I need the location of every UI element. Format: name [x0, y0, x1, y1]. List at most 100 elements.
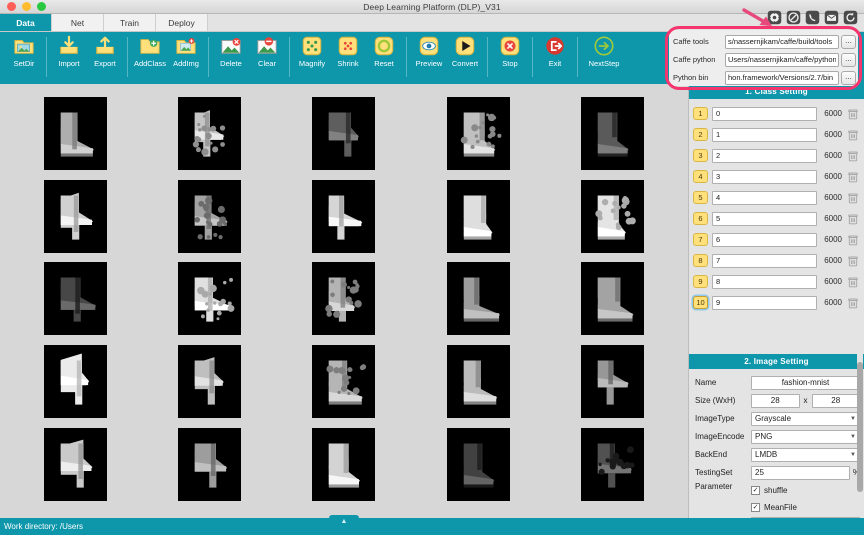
- ankle-boot-thumbnail[interactable]: [44, 97, 107, 170]
- size-width-input[interactable]: 28: [751, 394, 800, 408]
- class-index-badge[interactable]: 4: [693, 170, 708, 183]
- name-input[interactable]: fashion-mnist: [751, 376, 860, 390]
- ankle-boot-thumbnail[interactable]: [312, 345, 375, 418]
- shrink-button[interactable]: Shrink: [330, 35, 366, 81]
- reset-button[interactable]: Reset: [366, 35, 402, 81]
- imageencode-select[interactable]: PNG ▼: [751, 430, 860, 444]
- class-name-input[interactable]: [712, 212, 817, 226]
- imagetype-select[interactable]: Grayscale ▼: [751, 412, 860, 426]
- caffe-tools-input[interactable]: [725, 35, 839, 49]
- delete-class-icon[interactable]: [846, 170, 860, 184]
- tab-deploy[interactable]: Deploy: [156, 14, 208, 31]
- ankle-boot-thumbnail[interactable]: [581, 428, 644, 501]
- ankle-boot-thumbnail[interactable]: [312, 428, 375, 501]
- mail-icon[interactable]: [824, 10, 839, 25]
- exit-button[interactable]: Exit: [537, 35, 573, 81]
- tab-data[interactable]: Data: [0, 14, 52, 31]
- class-name-input[interactable]: [712, 107, 817, 121]
- class-index-badge[interactable]: 3: [693, 149, 708, 162]
- ankle-boot-thumbnail[interactable]: [312, 97, 375, 170]
- class-name-input[interactable]: [712, 233, 817, 247]
- addclass-button[interactable]: AddClass: [132, 35, 168, 81]
- ankle-boot-thumbnail[interactable]: [312, 180, 375, 253]
- caffe-tools-browse-button[interactable]: ...: [841, 35, 856, 49]
- ankle-boot-thumbnail[interactable]: [447, 97, 510, 170]
- class-index-badge[interactable]: 5: [693, 191, 708, 204]
- setdir-button[interactable]: SetDir: [6, 35, 42, 81]
- ankle-boot-thumbnail[interactable]: [44, 428, 107, 501]
- ankle-boot-thumbnail[interactable]: [581, 345, 644, 418]
- shuffle-checkbox[interactable]: ✓: [751, 486, 760, 495]
- ankle-boot-thumbnail[interactable]: [447, 428, 510, 501]
- import-button[interactable]: Import: [51, 35, 87, 81]
- class-name-input[interactable]: [712, 254, 817, 268]
- compass-slash-icon[interactable]: [786, 10, 801, 25]
- class-index-badge[interactable]: 7: [693, 233, 708, 246]
- class-name-input[interactable]: [712, 275, 817, 289]
- class-name-input[interactable]: [712, 296, 817, 310]
- backend-select[interactable]: LMDB ▼: [751, 448, 860, 462]
- ankle-boot-thumbnail[interactable]: [447, 262, 510, 335]
- delete-class-icon[interactable]: [846, 296, 860, 310]
- class-name-input[interactable]: [712, 128, 817, 142]
- ankle-boot-thumbnail[interactable]: [44, 262, 107, 335]
- delete-class-icon[interactable]: [846, 212, 860, 226]
- testingset-input[interactable]: 25: [751, 466, 850, 480]
- stop-button[interactable]: Stop: [492, 35, 528, 81]
- ankle-boot-thumbnail[interactable]: [581, 180, 644, 253]
- class-index-badge[interactable]: 6: [693, 212, 708, 225]
- delete-class-icon[interactable]: [846, 275, 860, 289]
- ankle-boot-thumbnail[interactable]: [178, 428, 241, 501]
- tab-net[interactable]: Net: [52, 14, 104, 31]
- tab-train[interactable]: Train: [104, 14, 156, 31]
- nextstep-button[interactable]: NextStep: [582, 35, 626, 81]
- class-name-input[interactable]: [712, 149, 817, 163]
- folder-plus-icon: [139, 35, 161, 57]
- class-name-input[interactable]: [712, 191, 817, 205]
- size-height-input[interactable]: 28: [812, 394, 861, 408]
- caffe-python-browse-button[interactable]: ...: [841, 53, 856, 67]
- delete-class-icon[interactable]: [846, 149, 860, 163]
- class-index-badge[interactable]: 8: [693, 254, 708, 267]
- ankle-boot-thumbnail[interactable]: [44, 345, 107, 418]
- ankle-boot-thumbnail[interactable]: [581, 262, 644, 335]
- ankle-boot-thumbnail[interactable]: [581, 97, 644, 170]
- ankle-boot-thumbnail[interactable]: [447, 345, 510, 418]
- clear-button[interactable]: Clear: [249, 35, 285, 81]
- delete-class-icon[interactable]: [846, 107, 860, 121]
- python-bin-browse-button[interactable]: ...: [841, 71, 856, 85]
- class-row: 56000: [693, 187, 860, 208]
- caffe-python-input[interactable]: [725, 53, 839, 67]
- settings-scrollbar-thumb[interactable]: [857, 362, 863, 492]
- meanfile-checkbox[interactable]: ✓: [751, 503, 760, 512]
- magnify-icon: [301, 35, 323, 57]
- panel-collapse-handle[interactable]: ▲: [329, 515, 359, 527]
- class-index-badge[interactable]: 10: [693, 296, 708, 309]
- delete-class-icon[interactable]: [846, 191, 860, 205]
- addimg-button[interactable]: AddImg: [168, 35, 204, 81]
- delete-class-icon[interactable]: [846, 128, 860, 142]
- magnify-button[interactable]: Magnify: [294, 35, 330, 81]
- class-index-badge[interactable]: 1: [693, 107, 708, 120]
- preview-button[interactable]: Preview: [411, 35, 447, 81]
- ankle-boot-thumbnail[interactable]: [178, 262, 241, 335]
- export-button[interactable]: Export: [87, 35, 123, 81]
- ankle-boot-thumbnail[interactable]: [178, 97, 241, 170]
- delete-button[interactable]: Delete: [213, 35, 249, 81]
- class-index-badge[interactable]: 2: [693, 128, 708, 141]
- class-name-input[interactable]: [712, 170, 817, 184]
- class-count: 6000: [821, 172, 842, 181]
- refresh-icon[interactable]: [843, 10, 858, 25]
- ankle-boot-thumbnail[interactable]: [312, 262, 375, 335]
- ankle-boot-thumbnail[interactable]: [178, 180, 241, 253]
- convert-button[interactable]: Convert: [447, 35, 483, 81]
- settings-scrollbar[interactable]: [857, 354, 863, 514]
- delete-class-icon[interactable]: [846, 233, 860, 247]
- ankle-boot-thumbnail[interactable]: [447, 180, 510, 253]
- python-bin-input[interactable]: [725, 71, 839, 85]
- phone-icon[interactable]: [805, 10, 820, 25]
- class-index-badge[interactable]: 9: [693, 275, 708, 288]
- delete-class-icon[interactable]: [846, 254, 860, 268]
- ankle-boot-thumbnail[interactable]: [178, 345, 241, 418]
- ankle-boot-thumbnail[interactable]: [44, 180, 107, 253]
